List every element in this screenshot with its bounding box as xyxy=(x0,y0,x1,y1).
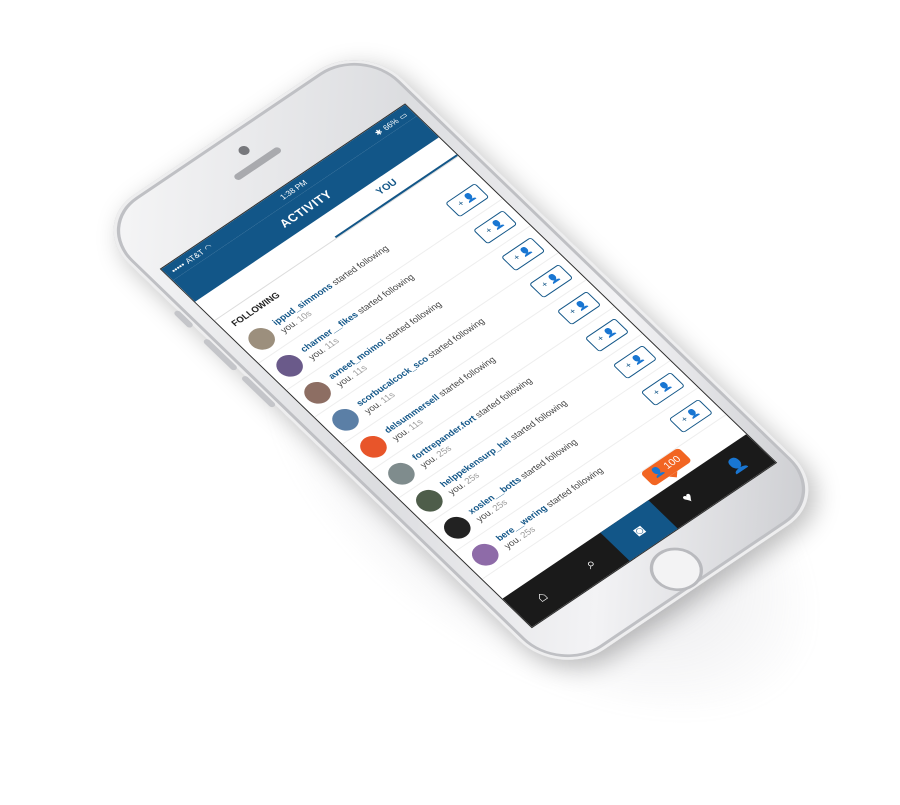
battery-icon: ▭ xyxy=(396,110,410,122)
avatar[interactable] xyxy=(326,404,364,435)
avatar[interactable] xyxy=(382,458,420,489)
search-icon: ⌕ xyxy=(580,555,601,572)
avatar[interactable] xyxy=(298,377,336,408)
follower-icon: 👤 xyxy=(648,465,668,480)
activity-icon: ♥ xyxy=(677,489,698,507)
avatar[interactable] xyxy=(354,431,392,462)
avatar[interactable] xyxy=(438,512,476,543)
profile-icon: 👤 xyxy=(722,453,751,477)
camera-icon: ◙ xyxy=(629,522,650,540)
tab-label: YOU xyxy=(373,176,400,197)
avatar[interactable] xyxy=(466,539,504,570)
avatar[interactable] xyxy=(410,485,448,516)
avatar[interactable] xyxy=(270,350,309,381)
bluetooth-icon: ✱ xyxy=(372,127,385,138)
home-icon: ⌂ xyxy=(531,587,552,605)
notification-count: 100 xyxy=(661,454,684,472)
avatar[interactable] xyxy=(242,323,281,354)
